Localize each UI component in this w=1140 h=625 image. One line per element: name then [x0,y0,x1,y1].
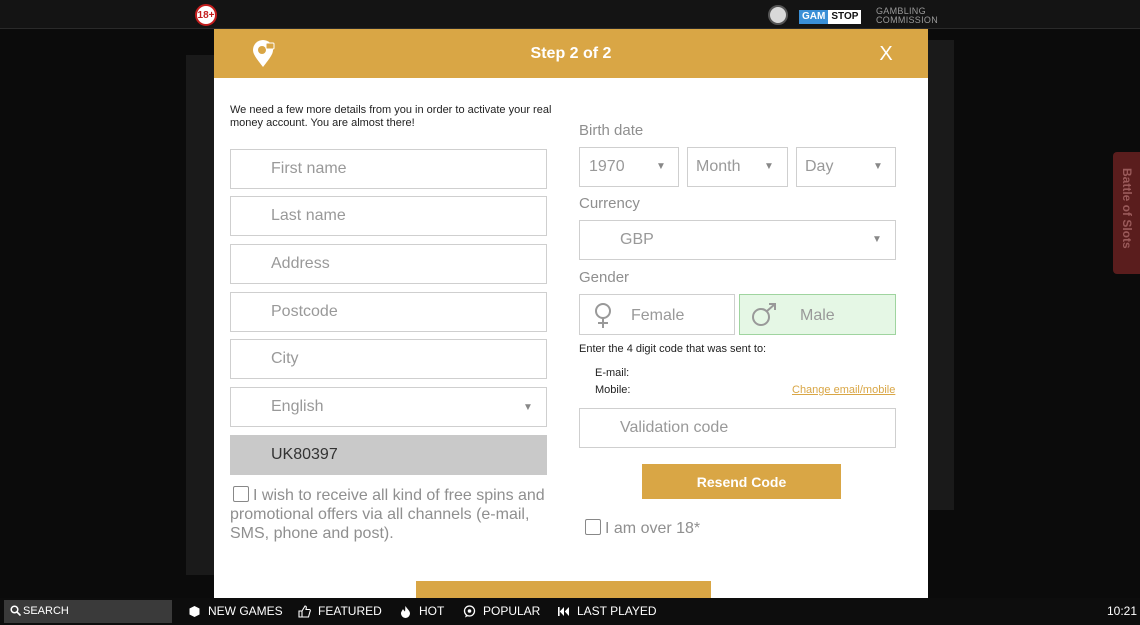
birth-year-select[interactable]: 1970 ▼ [579,147,679,187]
rewind-icon [558,606,569,616]
nav-hot[interactable]: HOT [399,604,444,618]
promo-checkbox[interactable] [233,486,249,502]
close-button[interactable]: X [874,41,898,67]
search-label: SEARCH [23,605,69,617]
chevron-down-icon: ▼ [873,161,883,172]
account-code-field: UK80397 [230,435,547,475]
nav-new-games[interactable]: NEW GAMES [188,604,283,618]
code-note: Enter the 4 digit code that was sent to: [579,343,767,355]
birth-day-select[interactable]: Day ▼ [796,147,896,187]
postcode-field[interactable] [230,292,547,332]
gambling-commission-logo[interactable]: GAMBLING COMMISSION [876,7,938,25]
search-icon [10,605,21,616]
gc-line-2: COMMISSION [876,15,939,25]
birth-month-select[interactable]: Month ▼ [687,147,788,187]
age-restriction-badge: 18+ [195,4,217,26]
nav-featured[interactable]: FEATURED [298,604,382,618]
chevron-down-icon: ▼ [656,161,666,172]
last-name-field[interactable] [230,196,547,236]
validation-code-input[interactable] [580,409,895,447]
female-icon [595,303,611,328]
chat-bubble-icon [463,604,476,617]
gender-female-option[interactable]: Female [579,294,735,335]
side-tab-label: Battle of Slots [1120,168,1134,249]
modal-header: Step 2 of 2 X [214,29,928,78]
email-label: E-mail: [595,367,630,379]
over-18-label: I am over 18* [605,520,701,537]
nav-popular-label: POPULAR [483,604,541,618]
bottom-nav-bar: SEARCH NEW GAMES FEATURED HOT POPULAR LA… [0,598,1140,625]
city-input[interactable] [231,340,546,378]
language-value: English [271,398,324,415]
validation-code-field[interactable] [579,408,896,448]
background-panel-left [186,55,216,575]
clock: 10:21 [1107,604,1138,618]
nav-featured-label: FEATURED [318,604,382,618]
gender-male-option[interactable]: Male [739,294,896,335]
language-select[interactable]: English ▼ [230,387,547,427]
gamstop-logo[interactable]: GAM STOP [799,10,862,24]
background-panel-right [928,40,954,510]
thumbs-up-icon [298,604,311,618]
side-tab-battle-of-slots[interactable]: Battle of Slots [1113,152,1140,274]
nav-new-games-label: NEW GAMES [208,604,283,618]
currency-value: GBP [620,231,654,248]
currency-select[interactable]: GBP ▼ [579,220,896,260]
gender-male-label: Male [800,307,835,324]
gender-label: Gender [579,269,630,286]
nav-last-played[interactable]: LAST PLAYED [557,604,657,618]
chevron-down-icon: ▼ [764,161,774,172]
over-18-checkbox[interactable] [585,519,601,535]
chevron-down-icon: ▼ [872,234,882,245]
mobile-label: Mobile: [595,384,631,396]
registration-modal: Step 2 of 2 X We need a few more details… [214,29,928,598]
nav-popular[interactable]: POPULAR [463,604,540,618]
birth-day-value: Day [805,158,834,175]
change-email-mobile-link[interactable]: Change email/mobile [792,384,895,396]
account-code-value: UK80397 [271,446,338,463]
over-18-consent: I am over 18* [582,519,700,538]
gamstop-logo-left: GAM [799,10,829,24]
nav-last-played-label: LAST PLAYED [577,604,657,618]
modal-title: Step 2 of 2 [530,45,612,62]
chevron-down-icon: ▼ [523,402,533,413]
gender-female-label: Female [631,307,685,324]
new-games-icon [189,605,200,617]
intro-text: We need a few more details from you in o… [230,104,552,129]
promo-consent: I wish to receive all kind of free spins… [230,486,560,543]
resend-code-button[interactable]: Resend Code [642,464,841,499]
currency-label: Currency [579,195,640,212]
postcode-input[interactable] [231,293,546,331]
birth-date-label: Birth date [579,122,644,139]
top-bar: 18+ GAM STOP GAMBLING COMMISSION [0,0,1140,29]
male-icon [752,303,776,326]
last-name-input[interactable] [231,197,546,235]
promo-consent-label: I wish to receive all kind of free spins… [230,487,545,542]
gamstop-logo-right: STOP [828,10,862,24]
birth-year-value: 1970 [589,158,625,175]
nav-hot-label: HOT [419,604,445,618]
first-name-input[interactable] [231,150,546,188]
address-field[interactable] [230,244,547,284]
flame-icon [401,605,410,618]
city-field[interactable] [230,339,547,379]
globe-icon[interactable] [768,5,788,25]
first-name-field[interactable] [230,149,547,189]
birth-month-value: Month [696,158,741,175]
submit-button[interactable] [416,581,711,598]
address-input[interactable] [231,245,546,283]
search-button[interactable]: SEARCH [4,600,172,623]
